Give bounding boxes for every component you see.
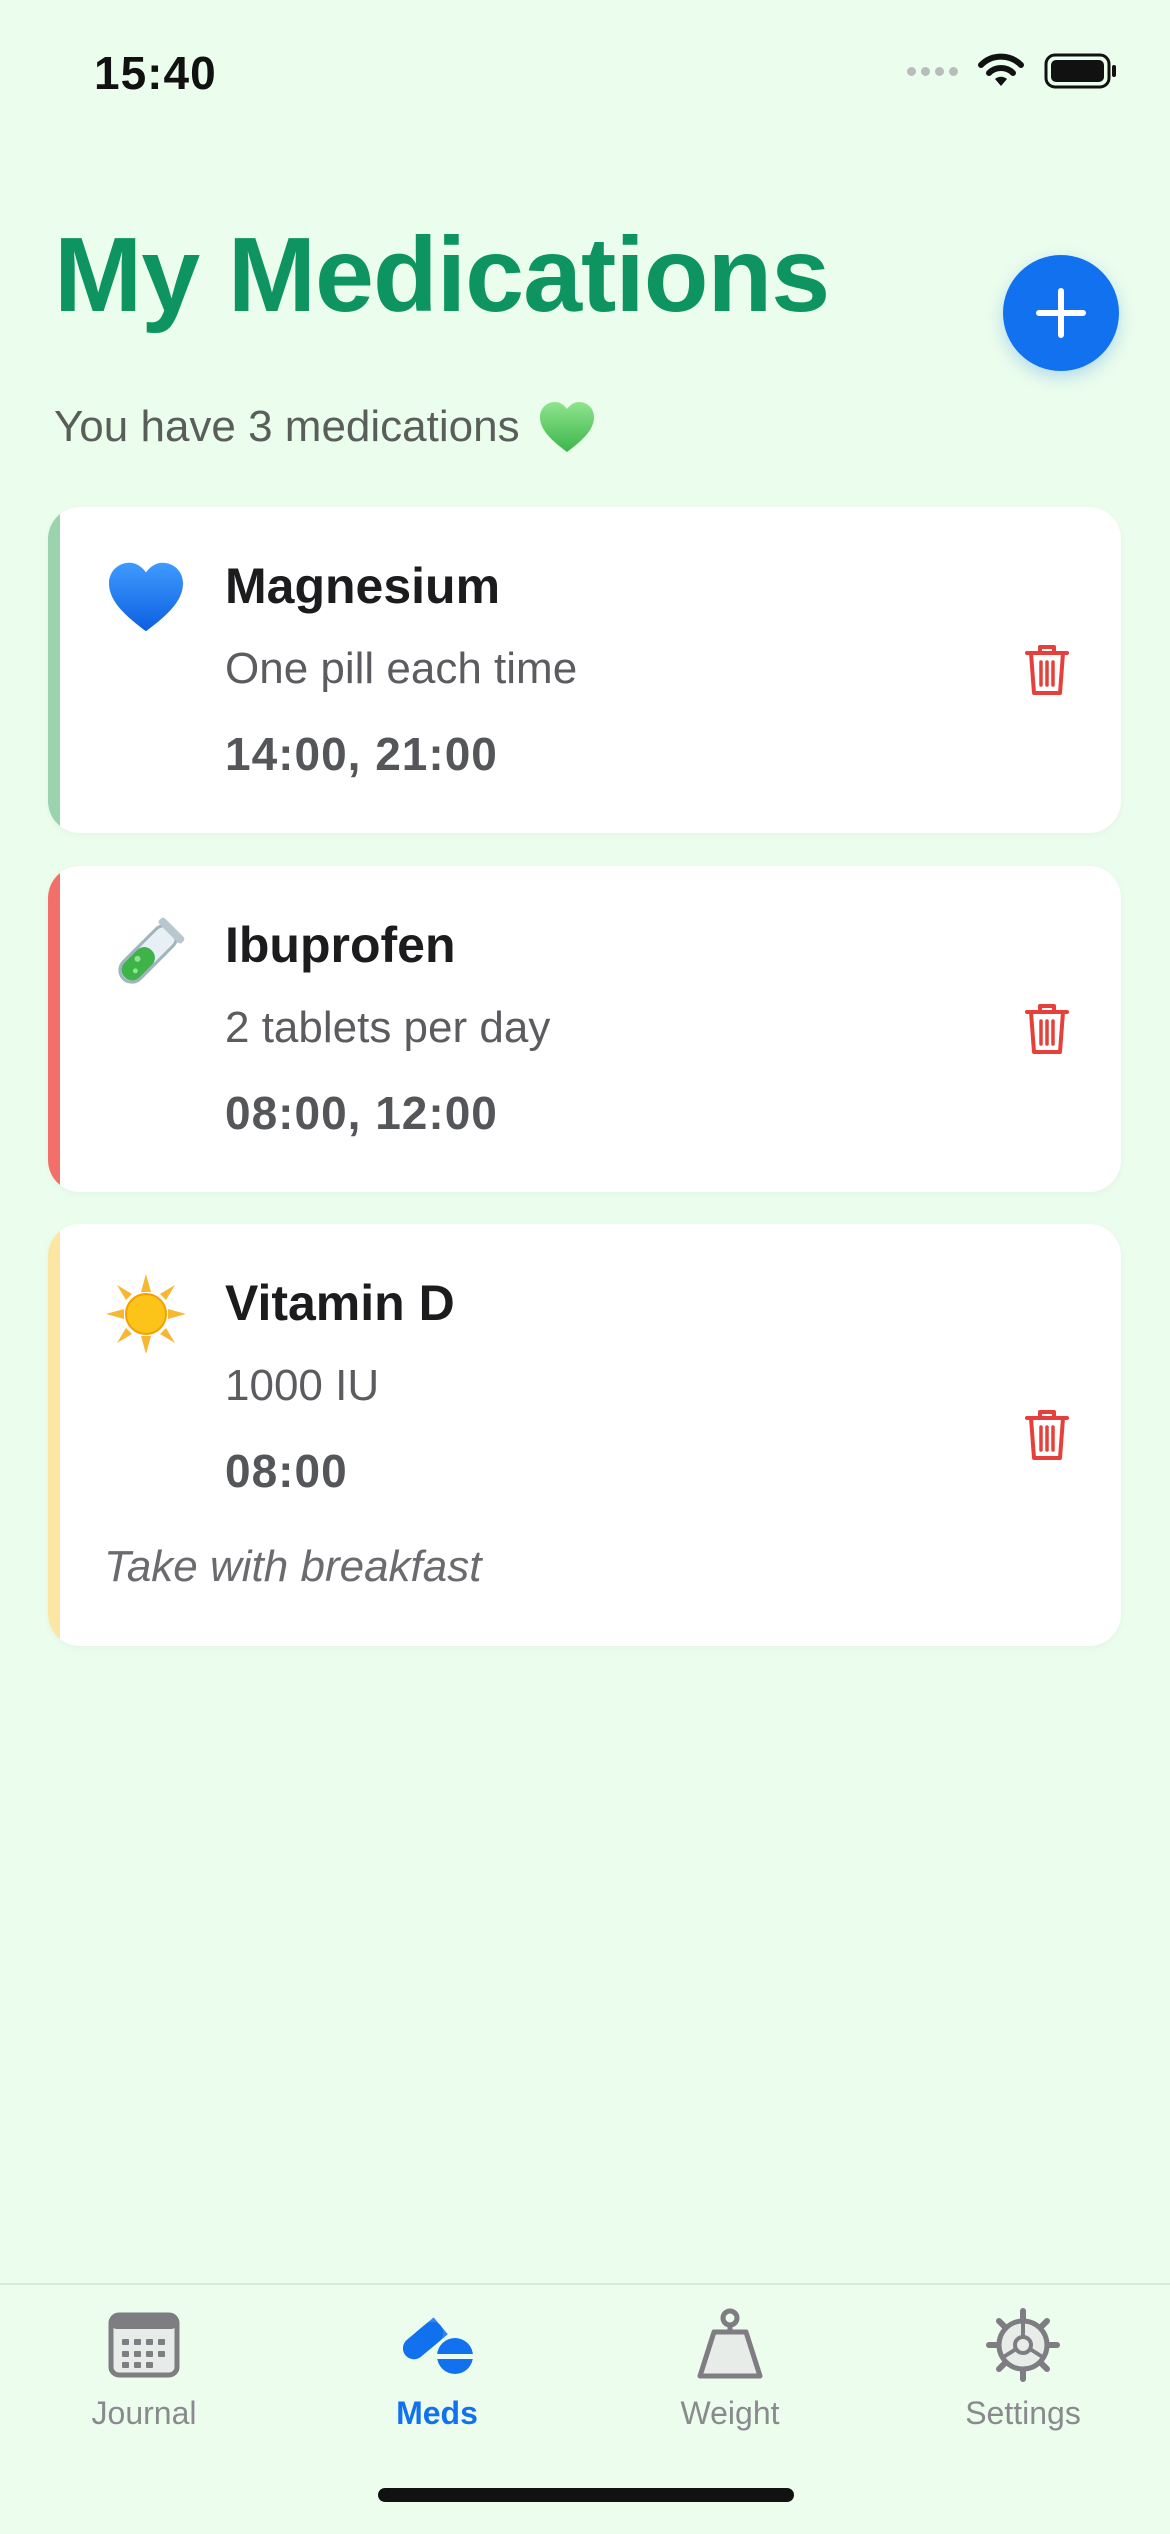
delete-button[interactable] — [1019, 999, 1075, 1059]
medication-card[interactable]: Vitamin D 1000 IU 08:00 Take with breakf… — [48, 1224, 1121, 1646]
add-medication-button[interactable] — [1003, 255, 1119, 371]
medication-times: 08:00 — [225, 1445, 348, 1497]
sun-icon — [104, 1272, 188, 1356]
tab-label: Journal — [91, 2395, 197, 2431]
card-accent-bar — [48, 507, 60, 833]
medication-times: 14:00, 21:00 — [225, 728, 498, 780]
tab-label: Settings — [965, 2395, 1081, 2431]
green-heart-icon — [539, 402, 594, 452]
medication-note: Take with breakfast — [104, 1542, 482, 1591]
tab-label: Meds — [396, 2395, 478, 2431]
medication-description: 2 tablets per day — [225, 1003, 551, 1052]
trash-icon — [1025, 1410, 1069, 1460]
signal-dots-icon — [907, 66, 958, 76]
gear-icon — [986, 2305, 1060, 2385]
status-bar: 15:40 — [0, 0, 1170, 150]
blue-heart-icon — [104, 555, 188, 639]
tab-journal[interactable]: Journal — [44, 2305, 244, 2455]
medication-count: You have 3 medications — [54, 400, 596, 454]
plus-icon — [1036, 288, 1086, 338]
page-title: My Medications — [54, 216, 830, 334]
medication-name: Ibuprofen — [225, 917, 456, 973]
card-accent-bar — [48, 1224, 60, 1646]
medication-card[interactable]: Ibuprofen 2 tablets per day 08:00, 12:00 — [48, 866, 1121, 1192]
medication-name: Magnesium — [225, 558, 501, 614]
status-icons — [907, 52, 1118, 90]
delete-button[interactable] — [1019, 640, 1075, 700]
trash-icon — [1025, 1004, 1069, 1054]
tab-weight[interactable]: Weight — [630, 2305, 830, 2455]
tab-settings[interactable]: Settings — [923, 2305, 1123, 2455]
tab-label: Weight — [680, 2395, 780, 2431]
scale-weight-icon — [694, 2305, 766, 2385]
trash-icon — [1025, 645, 1069, 695]
battery-icon — [1044, 53, 1116, 89]
medication-description: 1000 IU — [225, 1361, 380, 1410]
medication-count-text: You have 3 medications — [54, 402, 520, 451]
pills-icon — [397, 2305, 477, 2385]
delete-button[interactable] — [1019, 1405, 1075, 1465]
card-accent-bar — [48, 866, 60, 1192]
wifi-icon — [978, 53, 1024, 86]
medication-card[interactable]: Magnesium One pill each time 14:00, 21:0… — [48, 507, 1121, 833]
medication-description: One pill each time — [225, 644, 578, 693]
home-indicator — [378, 2488, 794, 2502]
tab-meds[interactable]: Meds — [337, 2305, 537, 2455]
medication-times: 08:00, 12:00 — [225, 1087, 498, 1139]
status-time: 15:40 — [94, 47, 217, 99]
test-tube-icon — [104, 914, 188, 998]
medication-name: Vitamin D — [225, 1275, 455, 1331]
calendar-icon — [108, 2305, 180, 2385]
